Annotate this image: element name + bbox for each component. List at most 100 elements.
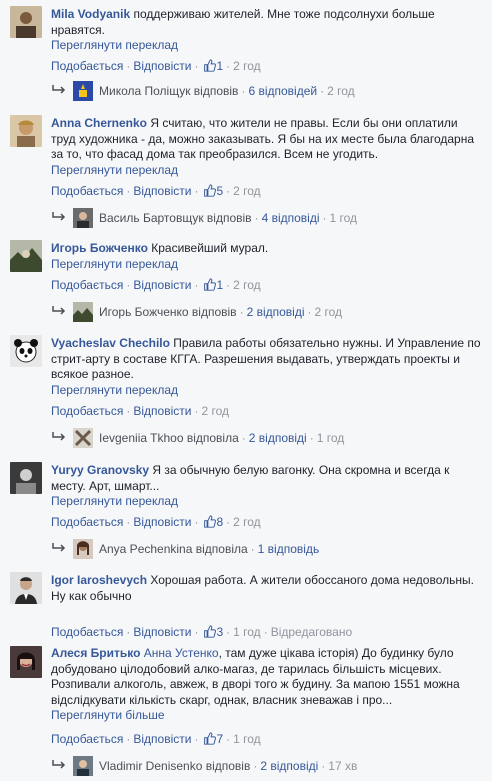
like-count[interactable]: 5 bbox=[216, 184, 223, 198]
comment-author[interactable]: Алеся Бритько bbox=[51, 646, 140, 660]
reply-count[interactable]: 1 відповідь bbox=[258, 542, 320, 556]
reply-author-link[interactable]: Микола Поліщук відповів bbox=[99, 84, 238, 98]
like-count[interactable]: 1 bbox=[216, 59, 223, 73]
thumbs-up-icon bbox=[204, 515, 217, 528]
replies-row[interactable]: Игорь Божченко відповів · 2 відповіді · 2 го… bbox=[51, 302, 342, 322]
reply-author-link[interactable]: Игорь Божченко відповів bbox=[99, 305, 237, 319]
thumbs-up-icon bbox=[204, 732, 217, 745]
like-button[interactable]: Подобається bbox=[51, 625, 123, 639]
see-translation-link[interactable]: Переглянути переклад bbox=[51, 494, 178, 510]
comment-author[interactable]: Vyacheslav Chechilo bbox=[51, 336, 170, 350]
comment-body: Vyacheslav Chechilo Правила работы обяза… bbox=[51, 336, 483, 398]
comment-time[interactable]: 2 год bbox=[233, 515, 261, 529]
reply-avatar bbox=[73, 81, 93, 101]
reply-count[interactable]: 6 відповідей bbox=[248, 84, 317, 98]
reply-time: 2 год bbox=[314, 305, 343, 319]
reply-author-link[interactable]: Anya Pechenkina відповіла bbox=[99, 542, 248, 556]
like-button[interactable]: Подобається bbox=[51, 59, 123, 73]
comment-time[interactable]: 1 год bbox=[233, 625, 261, 639]
reply-button[interactable]: Відповісти bbox=[133, 59, 191, 73]
comment-author[interactable]: Yuryy Granovsky bbox=[51, 463, 149, 477]
see-translation-link[interactable]: Переглянути переклад bbox=[51, 257, 178, 273]
comment-time[interactable]: 2 год bbox=[233, 278, 261, 292]
like-button[interactable]: Подобається bbox=[51, 184, 123, 198]
thumbs-up-icon bbox=[204, 625, 217, 638]
replies-row[interactable]: Василь Бартовщук відповів · 4 відповіді · 1 … bbox=[51, 208, 357, 228]
like-count[interactable]: 7 bbox=[216, 732, 223, 746]
see-more-link[interactable]: Переглянути більше bbox=[51, 708, 165, 724]
like-button[interactable]: Подобається bbox=[51, 404, 123, 418]
edited-label[interactable]: Відредаговано bbox=[271, 625, 352, 639]
see-translation-link[interactable]: Переглянути переклад bbox=[51, 38, 178, 54]
reply-button[interactable]: Відповісти bbox=[133, 404, 191, 418]
comment-actions: Подобається · Відповісти · 3 · 1 год · Відредаго… bbox=[51, 625, 353, 639]
reply-avatar bbox=[73, 428, 93, 448]
like-count[interactable]: 3 bbox=[216, 625, 223, 639]
like-button[interactable]: Подобається bbox=[51, 515, 123, 529]
avatar[interactable] bbox=[10, 6, 42, 38]
reply-button[interactable]: Відповісти bbox=[133, 515, 191, 529]
comment-body: Igor Iaroshevych Хорошая работа. А жител… bbox=[51, 573, 483, 604]
replies-row[interactable]: Ievgeniia Tkhoo відповіла · 2 відповіді · 1 … bbox=[51, 428, 344, 448]
comment-time[interactable]: 2 год bbox=[233, 59, 261, 73]
mention-link[interactable]: Анна Устенко bbox=[144, 646, 219, 660]
reply-count[interactable]: 4 відповіді bbox=[262, 211, 320, 225]
reply-author-link[interactable]: Василь Бартовщук відповів bbox=[99, 211, 252, 225]
like-count[interactable]: 8 bbox=[216, 515, 223, 529]
reply-time: 2 год bbox=[327, 84, 355, 98]
reply-arrow-icon bbox=[52, 85, 66, 94]
replies-row[interactable]: Микола Поліщук відповів · 6 відповідей · 2 г… bbox=[51, 81, 355, 101]
reply-author-link[interactable]: Vladimir Denisenko відповів bbox=[99, 759, 250, 773]
reply-count[interactable]: 2 відповіді bbox=[249, 431, 307, 445]
comment-body: Mila Vodyanik поддерживаю жителей. Мне т… bbox=[51, 7, 483, 54]
reply-count[interactable]: 2 відповіді bbox=[247, 305, 305, 319]
comment-time[interactable]: 2 год bbox=[233, 184, 261, 198]
comment-actions: Подобається · Відповісти · 1 · 2 год bbox=[51, 278, 261, 292]
reply-button[interactable]: Відповісти bbox=[133, 625, 191, 639]
see-translation-link[interactable]: Переглянути переклад bbox=[51, 163, 178, 179]
reply-arrow-icon bbox=[52, 306, 66, 315]
reply-count[interactable]: 2 відповіді bbox=[260, 759, 318, 773]
reply-time: 17 хв bbox=[328, 759, 358, 773]
reply-button[interactable]: Відповісти bbox=[133, 278, 191, 292]
avatar[interactable] bbox=[10, 240, 42, 272]
like-button[interactable]: Подобається bbox=[51, 278, 123, 292]
avatar[interactable] bbox=[10, 335, 42, 367]
like-button[interactable]: Подобається bbox=[51, 732, 123, 746]
comment-body: Anna Chernenko Я считаю, что жители не п… bbox=[51, 116, 483, 178]
comment-time[interactable]: 1 год bbox=[233, 732, 261, 746]
comment-text: Красивейший мурал. bbox=[151, 241, 269, 255]
thumbs-up-icon bbox=[204, 184, 217, 197]
reply-button[interactable]: Відповісти bbox=[133, 732, 191, 746]
thumbs-up-icon bbox=[204, 59, 217, 72]
comment-time[interactable]: 2 год bbox=[201, 404, 229, 418]
reply-arrow-icon bbox=[52, 212, 66, 221]
see-translation-link[interactable]: Переглянути переклад bbox=[51, 383, 178, 399]
avatar[interactable] bbox=[10, 115, 42, 147]
comment-author[interactable]: Mila Vodyanik bbox=[51, 7, 130, 21]
reply-author-link[interactable]: Ievgeniia Tkhoo відповіла bbox=[99, 431, 239, 445]
like-count[interactable]: 1 bbox=[216, 278, 223, 292]
reply-avatar bbox=[73, 756, 93, 776]
avatar[interactable] bbox=[10, 462, 42, 494]
reply-arrow-icon bbox=[52, 543, 66, 552]
comment-actions: Подобається · Відповісти · 7 · 1 год bbox=[51, 732, 261, 746]
avatar[interactable] bbox=[10, 646, 42, 678]
replies-row[interactable]: Anya Pechenkina відповіла · 1 відповідь bbox=[51, 539, 319, 559]
replies-row[interactable]: Vladimir Denisenko відповів · 2 відповіді ·… bbox=[51, 756, 357, 776]
reply-time: 1 год bbox=[316, 431, 345, 445]
reply-avatar bbox=[73, 302, 93, 322]
reply-button[interactable]: Відповісти bbox=[133, 184, 191, 198]
comment-body: Игорь Божченко Красивейший мурал. Перегл… bbox=[51, 241, 483, 272]
comment-author[interactable]: Anna Chernenko bbox=[51, 116, 147, 130]
comment-body: Yuryy Granovsky Я за обычную белую вагон… bbox=[51, 463, 483, 510]
reply-avatar bbox=[73, 208, 93, 228]
thumbs-up-icon bbox=[204, 278, 217, 291]
comment-actions: Подобається · Відповісти · 1 · 2 год bbox=[51, 59, 261, 73]
reply-arrow-icon bbox=[52, 432, 66, 441]
avatar[interactable] bbox=[10, 572, 42, 604]
comment-author[interactable]: Игорь Божченко bbox=[51, 241, 148, 255]
reply-arrow-icon bbox=[52, 760, 66, 769]
comment-body: Алеся Бритько Анна Устенко, там дуже цік… bbox=[51, 646, 483, 724]
comment-author[interactable]: Igor Iaroshevych bbox=[51, 573, 147, 587]
